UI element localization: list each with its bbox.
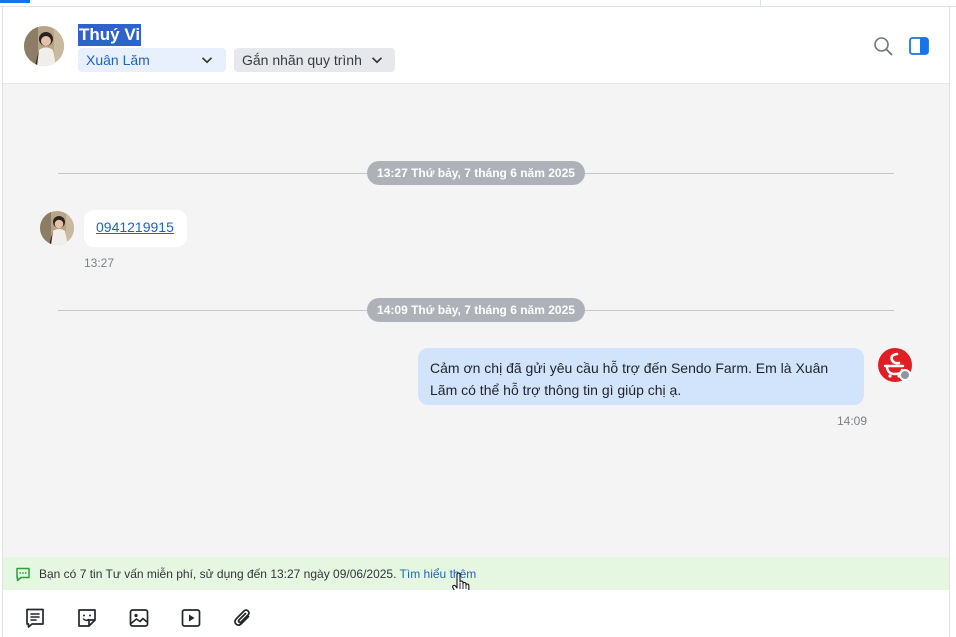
contact-avatar-small[interactable] bbox=[40, 211, 74, 245]
chevron-down-icon bbox=[371, 57, 383, 64]
incoming-message-bubble[interactable]: 0941219915 bbox=[84, 210, 187, 247]
message-time: 14:09 bbox=[837, 414, 868, 428]
right-divider bbox=[949, 7, 950, 637]
attachment-icon[interactable] bbox=[231, 606, 255, 630]
contact-avatar[interactable] bbox=[24, 26, 64, 66]
agent-status-indicator bbox=[899, 369, 911, 381]
assignee-label: Xuân Lăm bbox=[86, 52, 150, 68]
image-icon[interactable] bbox=[127, 606, 151, 630]
sticker-icon[interactable] bbox=[75, 606, 99, 630]
conversation-header: Thuý Vi Xuân Lăm Gắn nhãn quy trình bbox=[3, 7, 949, 84]
toggle-side-panel-icon[interactable] bbox=[908, 35, 930, 57]
assignee-dropdown[interactable]: Xuân Lăm bbox=[78, 48, 226, 72]
message-text: Cảm ơn chị đã gửi yêu cầu hỗ trợ đến Sen… bbox=[430, 360, 829, 398]
outgoing-message-bubble[interactable]: Cảm ơn chị đã gửi yêu cầu hỗ trợ đến Sen… bbox=[418, 348, 864, 405]
chevron-down-icon bbox=[201, 57, 213, 64]
date-separator: 14:09 Thứ bảy, 7 tháng 6 năm 2025 bbox=[367, 298, 585, 322]
message-list[interactable]: 13:27 Thứ bảy, 7 tháng 6 năm 2025 094121… bbox=[3, 84, 949, 557]
message-time: 13:27 bbox=[84, 256, 115, 270]
top-right-panel-edge bbox=[760, 0, 956, 7]
date-separator: 13:27 Thứ bảy, 7 tháng 6 năm 2025 bbox=[367, 161, 585, 185]
video-icon[interactable] bbox=[179, 606, 203, 630]
chat-window: Thuý Vi Xuân Lăm Gắn nhãn quy trình 13:2… bbox=[0, 0, 956, 637]
workflow-tag-label: Gắn nhãn quy trình bbox=[242, 52, 362, 68]
contact-name[interactable]: Thuý Vi bbox=[78, 24, 142, 46]
search-icon[interactable] bbox=[872, 35, 894, 57]
workflow-tag-dropdown[interactable]: Gắn nhãn quy trình bbox=[234, 48, 395, 72]
quick-reply-icon[interactable] bbox=[23, 606, 47, 630]
phone-number-link[interactable]: 0941219915 bbox=[96, 219, 174, 235]
active-tab-indicator bbox=[0, 0, 30, 3]
free-consult-notice: Bạn có 7 tin Tư vấn miễn phí, sử dụng đế… bbox=[3, 557, 949, 590]
composer-toolbar bbox=[3, 590, 949, 637]
notice-text: Bạn có 7 tin Tư vấn miễn phí, sử dụng đế… bbox=[39, 567, 476, 581]
notice-message: Bạn có 7 tin Tư vấn miễn phí, sử dụng đế… bbox=[39, 567, 400, 581]
chat-bubble-icon bbox=[16, 567, 30, 582]
